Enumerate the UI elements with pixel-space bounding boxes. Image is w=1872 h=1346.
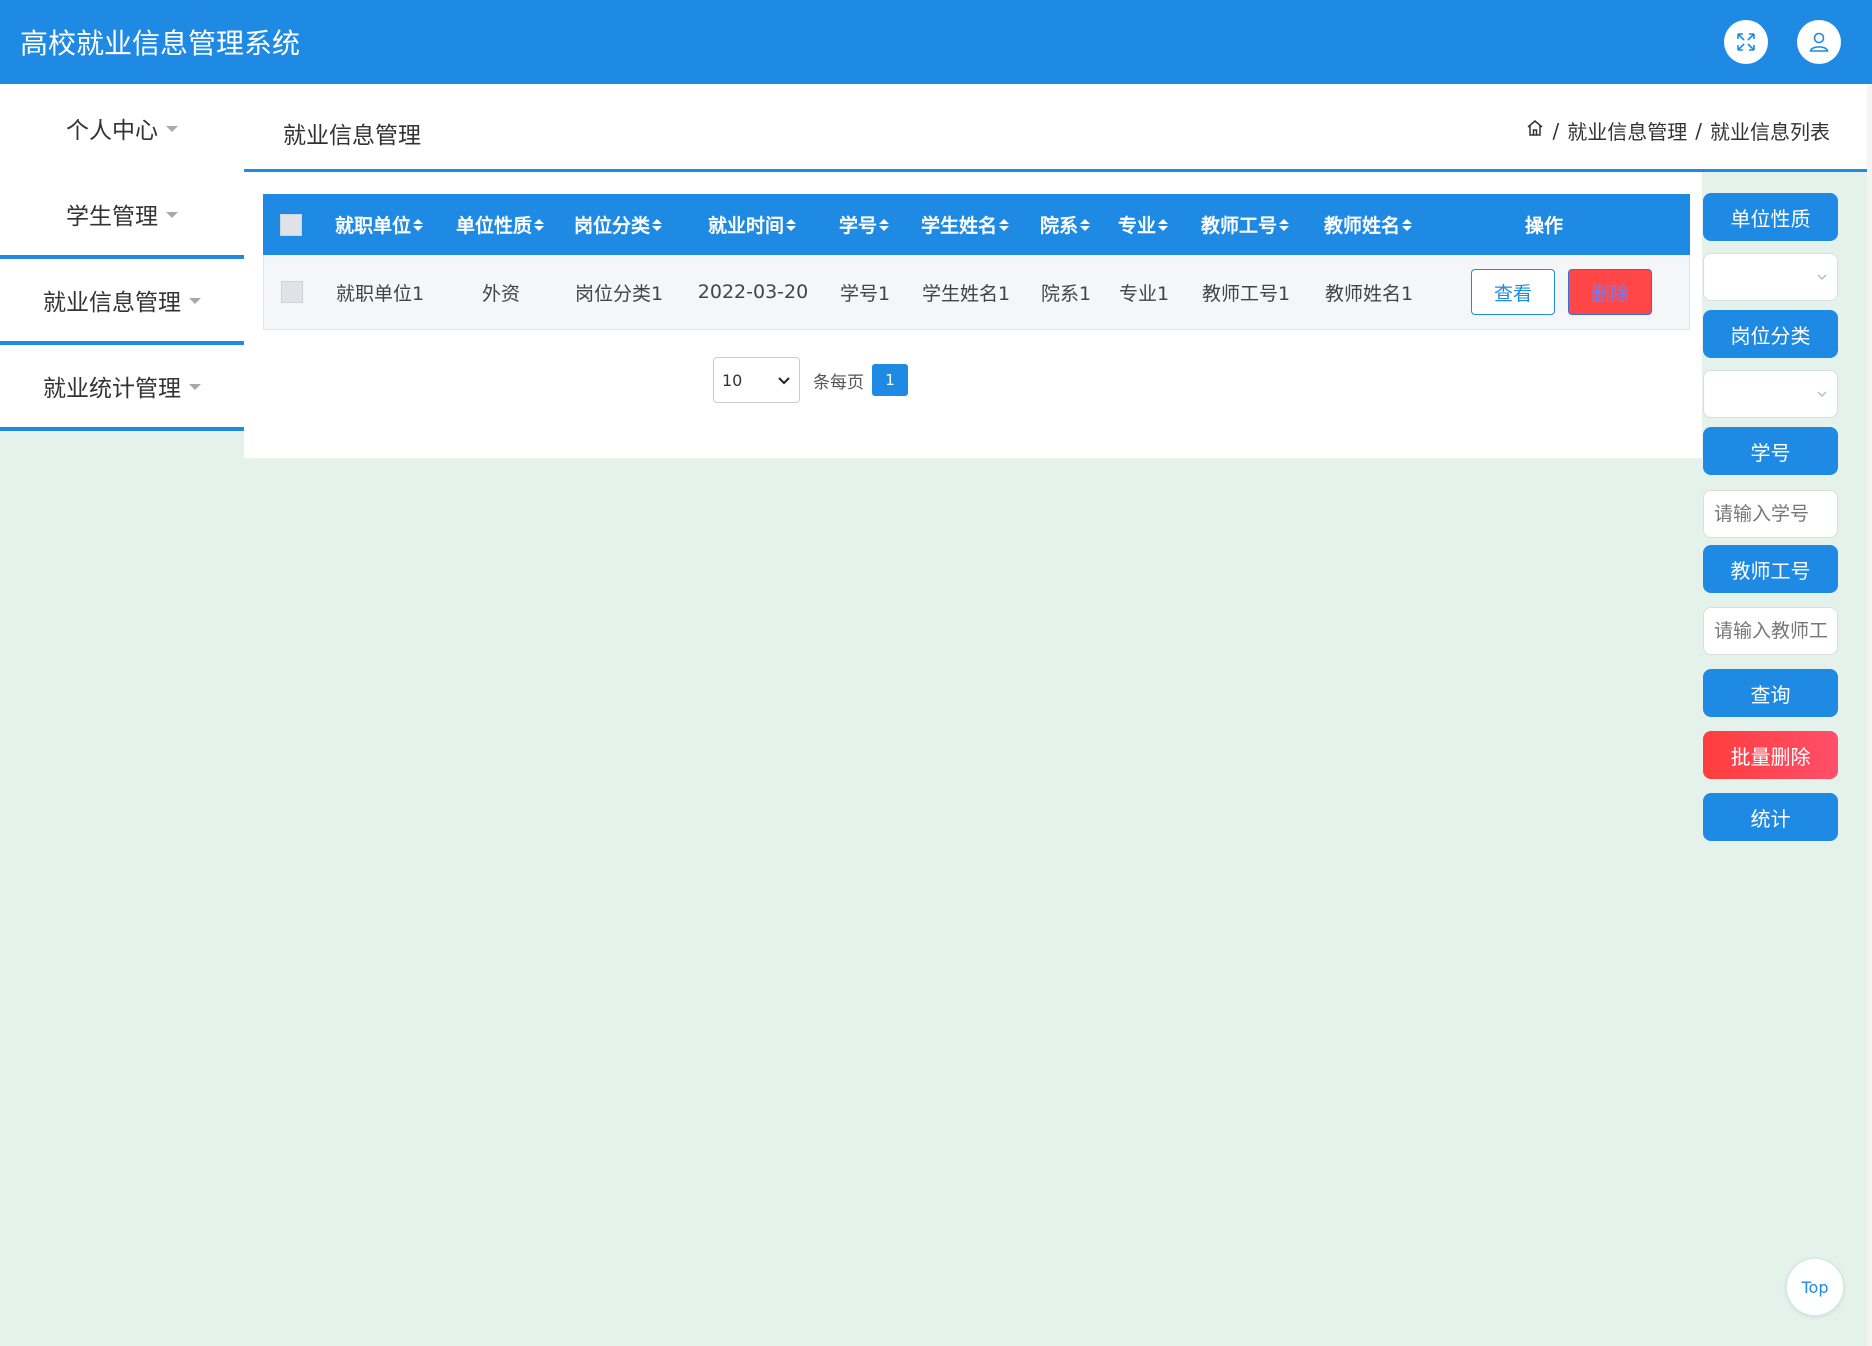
column-header-actions: 操作 [1524, 215, 1563, 237]
column-header[interactable]: 学生姓名 [921, 194, 1010, 255]
app-title: 高校就业信息管理系统 [20, 27, 301, 60]
breadcrumb: / 就业信息管理 / 就业信息列表 [1525, 116, 1830, 145]
caret-down-icon [166, 126, 178, 132]
table-cell: 2022-03-20 [697, 281, 809, 303]
sort-icon [413, 218, 424, 231]
job-category-label: 岗位分类 [1703, 310, 1838, 358]
column-header[interactable]: 院系 [1040, 194, 1091, 255]
sort-icon [999, 218, 1010, 231]
table-header: 就职单位 单位性质 岗位分类 就业时间 学号 学生姓名 院系 专业 教师工号 教… [263, 194, 1690, 255]
employment-table: 就职单位 单位性质 岗位分类 就业时间 学号 学生姓名 院系 专业 教师工号 教… [263, 194, 1690, 330]
job-category-select[interactable] [1703, 370, 1838, 418]
sidebar-item-student-management[interactable]: 学生管理 [0, 172, 244, 259]
table-cell: 岗位分类1 [574, 282, 664, 305]
chevron-down-icon [1817, 274, 1827, 281]
caret-down-icon [189, 384, 201, 390]
sidebar-item-employment-info[interactable]: 就业信息管理 [0, 259, 244, 345]
batch-delete-button[interactable]: 批量删除 [1703, 731, 1838, 779]
table-cell: 专业1 [1118, 282, 1170, 305]
table-cell: 教师工号1 [1201, 282, 1291, 305]
unit-nature-label: 单位性质 [1703, 193, 1838, 241]
sort-icon [1279, 218, 1290, 231]
per-page-label: 条每页 [813, 372, 864, 393]
select-all-checkbox[interactable] [280, 194, 302, 255]
page-title: 就业信息管理 [283, 123, 421, 149]
breadcrumb-separator: / [1695, 118, 1702, 143]
breadcrumb-level2: 就业信息列表 [1710, 120, 1830, 144]
column-header[interactable]: 教师姓名 [1324, 194, 1413, 255]
table-cell: 教师姓名1 [1324, 282, 1414, 305]
home-icon[interactable] [1525, 118, 1545, 143]
chevron-down-icon [1817, 391, 1827, 398]
sidebar-item-employment-stats[interactable]: 就业统计管理 [0, 345, 244, 431]
chevron-down-icon [778, 377, 790, 385]
table-cell: 学生姓名1 [921, 282, 1011, 305]
sidebar-item-personal-center[interactable]: 个人中心 [0, 84, 244, 172]
column-header[interactable]: 就职单位 [335, 194, 424, 255]
search-button[interactable]: 查询 [1703, 669, 1838, 717]
column-header[interactable]: 教师工号 [1201, 194, 1290, 255]
column-header[interactable]: 单位性质 [456, 194, 545, 255]
page-size-select[interactable]: 10 [713, 357, 800, 403]
sort-icon [879, 218, 890, 231]
breadcrumb-separator: / [1552, 118, 1560, 143]
row-checkbox[interactable] [281, 255, 303, 329]
breadcrumb-level1[interactable]: 就业信息管理 [1567, 116, 1687, 145]
sort-icon [534, 218, 545, 231]
caret-down-icon [166, 211, 178, 218]
student-id-input[interactable] [1703, 490, 1838, 538]
caret-down-icon [189, 298, 201, 304]
column-header[interactable]: 岗位分类 [574, 194, 663, 255]
sidebar: 个人中心 学生管理 就业信息管理 就业统计管理 [0, 84, 244, 431]
table-cell: 就职单位1 [335, 282, 425, 305]
user-icon[interactable] [1797, 20, 1841, 64]
pagination: 10 条每页 1 [713, 357, 908, 403]
table-cell: 外资 [481, 282, 520, 305]
sort-icon [652, 218, 663, 231]
sort-icon [786, 218, 796, 231]
column-header[interactable]: 学号 [839, 194, 890, 255]
page-size-value: 10 [722, 370, 743, 390]
sidebar-item-label: 就业信息管理 [43, 290, 181, 316]
sidebar-item-label: 学生管理 [66, 203, 158, 230]
table-row: 就职单位1 外资 岗位分类1 2022-03-20 学号1 学生姓名1 院系1 … [263, 255, 1690, 330]
unit-nature-select[interactable] [1703, 253, 1838, 301]
top-header-bar: 高校就业信息管理系统 [0, 0, 1872, 84]
back-to-top-button[interactable]: Top [1786, 1258, 1844, 1316]
page-number-button[interactable]: 1 [872, 364, 908, 396]
expand-icon[interactable] [1724, 20, 1768, 64]
column-header[interactable]: 专业 [1118, 194, 1169, 255]
sort-icon [1402, 218, 1413, 231]
statistics-button[interactable]: 统计 [1703, 793, 1838, 841]
table-cell: 学号1 [839, 282, 891, 305]
student-id-label: 学号 [1703, 427, 1838, 475]
sidebar-item-label: 就业统计管理 [43, 376, 181, 402]
column-header[interactable]: 就业时间 [707, 194, 797, 255]
sort-icon [1158, 218, 1169, 231]
sidebar-item-label: 个人中心 [66, 118, 158, 144]
teacher-id-input[interactable] [1703, 607, 1838, 655]
teacher-id-label: 教师工号 [1703, 545, 1838, 593]
delete-button[interactable]: 删除 [1568, 269, 1652, 315]
view-button[interactable]: 查看 [1471, 269, 1555, 315]
window-edge [1867, 84, 1872, 1346]
table-cell: 院系1 [1040, 282, 1092, 305]
sort-icon [1080, 218, 1091, 231]
